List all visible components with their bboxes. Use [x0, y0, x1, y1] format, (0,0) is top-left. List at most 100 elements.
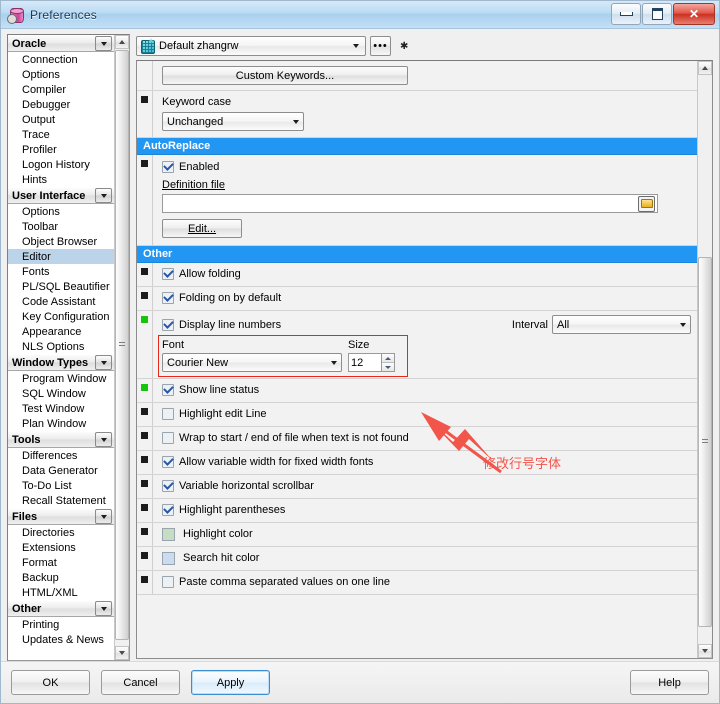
sidebar-item-data-generator[interactable]: Data Generator — [8, 463, 114, 478]
sidebar-item-backup[interactable]: Backup — [8, 570, 114, 585]
sidebar-item-test-window[interactable]: Test Window — [8, 401, 114, 416]
size-decrement-button[interactable] — [382, 362, 394, 371]
horizontal-scrollbar-row[interactable]: Variable horizontal scrollbar — [162, 478, 691, 494]
sidebar-item-plan-window[interactable]: Plan Window — [8, 416, 114, 431]
chevron-down-icon[interactable] — [95, 355, 112, 370]
sidebar-item-editor[interactable]: Editor — [8, 249, 114, 264]
highlight-edit-line-row[interactable]: Highlight edit Line — [162, 406, 691, 422]
variable-width-checkbox[interactable] — [162, 456, 174, 468]
display-line-numbers-checkbox[interactable] — [162, 318, 174, 331]
chevron-down-icon[interactable] — [288, 119, 303, 124]
sidebar-scrollbar[interactable] — [114, 35, 129, 660]
maximize-button[interactable] — [642, 3, 672, 25]
sidebar-item-output[interactable]: Output — [8, 112, 114, 127]
wrap-search-row[interactable]: Wrap to start / end of file when text is… — [162, 430, 691, 446]
sidebar-item-to-do-list[interactable]: To-Do List — [8, 478, 114, 493]
minimize-button[interactable] — [611, 3, 641, 25]
wrap-search-checkbox[interactable] — [162, 432, 174, 444]
sidebar-item-fonts[interactable]: Fonts — [8, 264, 114, 279]
options-scroll-thumb[interactable] — [698, 257, 712, 627]
sidebar-group-files[interactable]: Files — [8, 508, 114, 525]
highlight-parentheses-row[interactable]: Highlight parentheses — [162, 502, 691, 518]
size-stepper[interactable] — [382, 353, 395, 372]
chevron-down-icon[interactable] — [95, 601, 112, 616]
autoreplace-edit-button[interactable]: Edit... — [162, 219, 242, 238]
sidebar-item-sql-window[interactable]: SQL Window — [8, 386, 114, 401]
interval-combo[interactable]: All — [552, 315, 691, 334]
highlight-color-swatch[interactable] — [162, 527, 175, 541]
sidebar-scroll-up-button[interactable] — [115, 35, 129, 49]
search-hit-color-row[interactable]: Search hit color — [162, 550, 691, 566]
sidebar-item-format[interactable]: Format — [8, 555, 114, 570]
sidebar-item-trace[interactable]: Trace — [8, 127, 114, 142]
chevron-down-icon[interactable] — [95, 188, 112, 203]
sidebar-item-options[interactable]: Options — [8, 67, 114, 82]
autoreplace-enabled-row[interactable]: Enabled — [162, 159, 691, 175]
folder-open-icon[interactable] — [638, 195, 655, 212]
autoreplace-enabled-checkbox[interactable] — [162, 161, 174, 173]
ok-button[interactable]: OK — [11, 670, 90, 695]
folding-default-row[interactable]: Folding on by default — [162, 290, 691, 306]
show-line-status-row[interactable]: Show line status — [162, 382, 691, 398]
sidebar-item-program-window[interactable]: Program Window — [8, 371, 114, 386]
paste-csv-row[interactable]: Paste comma separated values on one line — [162, 574, 691, 590]
sidebar-item-hints[interactable]: Hints — [8, 172, 114, 187]
sidebar-group-oracle[interactable]: Oracle — [8, 35, 114, 52]
variable-width-row[interactable]: Allow variable width for fixed width fon… — [162, 454, 691, 470]
size-input[interactable]: 12 — [348, 353, 382, 372]
sidebar-group-window-types[interactable]: Window Types — [8, 354, 114, 371]
chevron-down-icon[interactable] — [95, 432, 112, 447]
sidebar-item-compiler[interactable]: Compiler — [8, 82, 114, 97]
help-button[interactable]: Help — [630, 670, 709, 695]
options-scroll-up-button[interactable] — [698, 61, 712, 75]
chevron-down-icon[interactable] — [95, 36, 112, 51]
sidebar-item-html-xml[interactable]: HTML/XML — [8, 585, 114, 600]
sidebar-item-debugger[interactable]: Debugger — [8, 97, 114, 112]
horizontal-scrollbar-checkbox[interactable] — [162, 480, 174, 492]
definition-file-input[interactable] — [162, 194, 658, 213]
options-scrollbar[interactable] — [697, 61, 712, 658]
paste-csv-checkbox[interactable] — [162, 576, 174, 588]
allow-folding-row[interactable]: Allow folding — [162, 266, 691, 282]
sidebar-item-logon-history[interactable]: Logon History — [8, 157, 114, 172]
apply-button[interactable]: Apply — [191, 670, 270, 695]
font-combo[interactable]: Courier New — [162, 353, 342, 372]
sidebar-item-profiler[interactable]: Profiler — [8, 142, 114, 157]
sidebar-group-user-interface[interactable]: User Interface — [8, 187, 114, 204]
chevron-down-icon[interactable] — [95, 509, 112, 524]
profile-combo[interactable]: Default zhangrw — [136, 36, 366, 56]
sidebar-item-nls-options[interactable]: NLS Options — [8, 339, 114, 354]
highlight-color-row[interactable]: Highlight color — [162, 526, 691, 542]
sidebar-item-connection[interactable]: Connection — [8, 52, 114, 67]
sidebar-scroll-thumb[interactable] — [115, 50, 129, 640]
chevron-down-icon[interactable] — [349, 44, 363, 48]
sidebar-item-differences[interactable]: Differences — [8, 448, 114, 463]
sidebar-item-extensions[interactable]: Extensions — [8, 540, 114, 555]
sidebar-item-code-assistant[interactable]: Code Assistant — [8, 294, 114, 309]
search-hit-color-swatch[interactable] — [162, 551, 175, 565]
sidebar-group-tools[interactable]: Tools — [8, 431, 114, 448]
size-increment-button[interactable] — [382, 354, 394, 362]
chevron-down-icon[interactable] — [675, 322, 690, 327]
allow-folding-checkbox[interactable] — [162, 268, 174, 280]
show-line-status-checkbox[interactable] — [162, 384, 174, 396]
display-line-numbers-row[interactable]: Display line numbers — [162, 317, 281, 333]
keyword-case-combo[interactable]: Unchanged — [162, 112, 304, 131]
folding-default-checkbox[interactable] — [162, 292, 174, 304]
sidebar-item-pl-sql-beautifier[interactable]: PL/SQL Beautifier — [8, 279, 114, 294]
close-button[interactable]: ✕ — [673, 3, 715, 25]
sidebar-item-directories[interactable]: Directories — [8, 525, 114, 540]
custom-keywords-button[interactable]: Custom Keywords... — [162, 66, 408, 85]
chevron-down-icon[interactable] — [326, 360, 341, 365]
highlight-parentheses-checkbox[interactable] — [162, 504, 174, 516]
highlight-edit-line-checkbox[interactable] — [162, 408, 174, 420]
cancel-button[interactable]: Cancel — [101, 670, 180, 695]
sidebar-item-recall-statement[interactable]: Recall Statement — [8, 493, 114, 508]
sidebar-item-updates-news[interactable]: Updates & News — [8, 632, 114, 647]
profile-more-button[interactable]: ••• — [370, 36, 391, 56]
sidebar-scroll-down-button[interactable] — [115, 646, 129, 660]
sidebar-item-options[interactable]: Options — [8, 204, 114, 219]
sidebar-item-key-configuration[interactable]: Key Configuration — [8, 309, 114, 324]
sidebar-item-appearance[interactable]: Appearance — [8, 324, 114, 339]
sidebar-group-other[interactable]: Other — [8, 600, 114, 617]
